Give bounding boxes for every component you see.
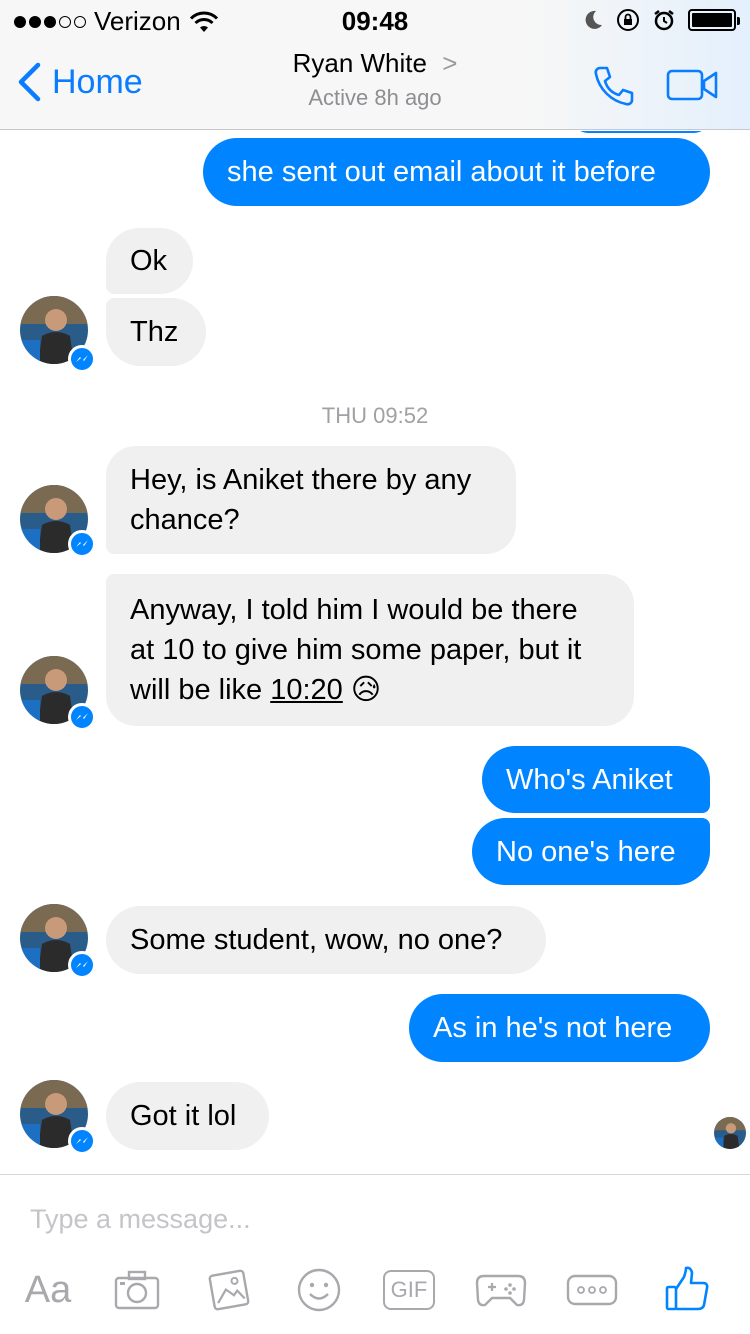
moon-icon bbox=[585, 10, 602, 29]
thumbs-up-icon[interactable] bbox=[664, 1263, 710, 1315]
video-call-icon[interactable] bbox=[666, 68, 720, 102]
photo-icon[interactable] bbox=[204, 1267, 254, 1313]
read-receipt-avatar bbox=[714, 1117, 746, 1149]
message-bubble-incoming[interactable]: Ok bbox=[106, 228, 193, 294]
message-text-line: Hey, is Aniket there by any bbox=[130, 464, 472, 496]
conversation-header: Home Ryan White > Active 8h ago bbox=[0, 40, 750, 130]
message-text-line: chance? bbox=[130, 504, 240, 536]
sad-emoji: 😥 bbox=[350, 674, 382, 706]
chevron-right-icon: > bbox=[442, 48, 458, 78]
message-bubble-outgoing[interactable]: Who's Aniket bbox=[482, 746, 710, 813]
message-text-line: Anyway, I told him I would be there bbox=[130, 594, 578, 626]
message-bubble-incoming[interactable]: Got it lol bbox=[106, 1082, 269, 1150]
message-list[interactable]: she sent out email about it before Ok Th… bbox=[0, 131, 750, 1174]
more-icon[interactable] bbox=[566, 1267, 618, 1313]
message-bubble-outgoing[interactable]: As in he's not here bbox=[409, 994, 710, 1062]
time-link[interactable]: 10:20 bbox=[270, 674, 343, 706]
message-text: she sent out email about it before bbox=[227, 156, 656, 188]
message-text: Thz bbox=[130, 316, 179, 348]
messenger-badge-icon bbox=[68, 530, 96, 558]
message-bubble-outgoing[interactable]: No one's here bbox=[472, 818, 710, 885]
emoji-icon[interactable] bbox=[296, 1267, 342, 1313]
message-composer: Aa GIF bbox=[0, 1174, 750, 1334]
message-text: Ok bbox=[130, 245, 168, 277]
messenger-badge-icon bbox=[68, 703, 96, 731]
message-text: No one's here bbox=[496, 835, 676, 868]
status-right bbox=[582, 8, 740, 32]
gif-label: GIF bbox=[390, 1277, 428, 1302]
message-text: Got it lol bbox=[130, 1100, 237, 1132]
message-bubble-incoming[interactable]: Anyway, I told him I would be there at 1… bbox=[106, 574, 634, 726]
messenger-badge-icon bbox=[68, 1127, 96, 1155]
message-bubble-incoming[interactable]: Some student, wow, no one? bbox=[106, 906, 546, 974]
text-format-icon[interactable]: Aa bbox=[20, 1267, 76, 1313]
message-text-line: at 10 to give him some paper, but it bbox=[130, 634, 582, 666]
message-bubble-outgoing[interactable]: she sent out email about it before bbox=[203, 138, 710, 206]
alarm-icon bbox=[654, 10, 674, 31]
message-text-line: will be like bbox=[130, 674, 271, 706]
message-input[interactable] bbox=[30, 1199, 720, 1239]
messenger-badge-icon bbox=[68, 951, 96, 979]
message-text: Some student, wow, no one? bbox=[130, 924, 503, 956]
message-bubble-partial bbox=[572, 131, 710, 133]
messenger-badge-icon bbox=[68, 345, 96, 373]
orientation-lock-icon bbox=[617, 9, 639, 31]
gif-icon[interactable]: GIF bbox=[382, 1267, 436, 1313]
timestamp-divider: THU 09:52 bbox=[321, 403, 429, 428]
message-text: As in he's not here bbox=[433, 1012, 673, 1044]
status-bar: Verizon 09:48 bbox=[0, 0, 750, 40]
battery-icon bbox=[688, 9, 740, 31]
message-text: Who's Aniket bbox=[506, 763, 673, 796]
phone-call-icon[interactable] bbox=[590, 62, 638, 110]
camera-icon[interactable] bbox=[112, 1267, 162, 1313]
contact-name: Ryan White bbox=[292, 48, 427, 78]
message-bubble-incoming[interactable]: Thz bbox=[106, 298, 206, 366]
text-format-label: Aa bbox=[24, 1268, 72, 1311]
game-controller-icon[interactable] bbox=[474, 1267, 528, 1313]
message-bubble-incoming[interactable]: Hey, is Aniket there by any chance? bbox=[106, 446, 516, 554]
